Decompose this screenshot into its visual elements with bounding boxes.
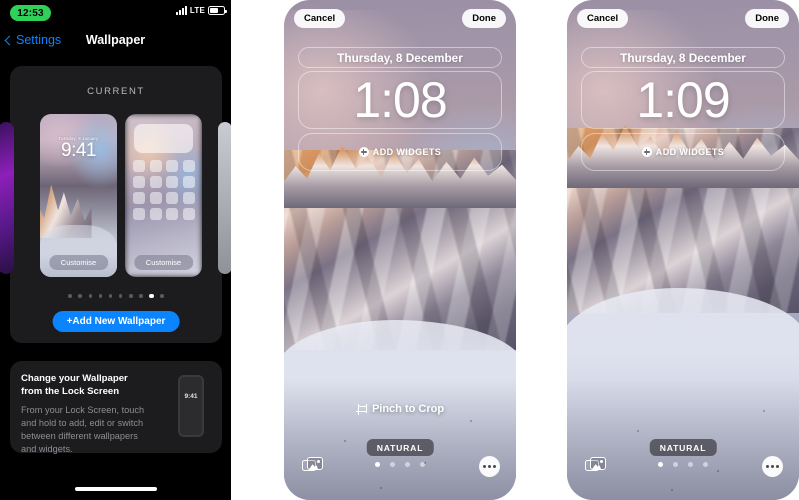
tip-title: Change your Wallpaper from the Lock Scre…	[21, 373, 128, 397]
add-widgets-label: ADD WIDGETS	[372, 147, 442, 157]
battery-icon	[208, 6, 227, 15]
network-label: LTE	[189, 6, 205, 15]
lock-screen-preview[interactable]: Tuesday, 9 January 9:41 Customise	[40, 114, 117, 277]
add-widgets-label: ADD WIDGETS	[655, 147, 725, 157]
status-bar-time: 12:53	[10, 5, 51, 21]
tip-phone-time: 9:41	[184, 393, 198, 400]
plus-circle-icon	[358, 147, 369, 157]
clock-time: 1:09	[636, 72, 730, 128]
customise-lock-button[interactable]: Customise	[48, 255, 109, 270]
page-title: Wallpaper	[85, 33, 146, 47]
lock-screen-editor-panel-2: Cancel Done Thursday, 8 December 1:09 AD…	[567, 0, 799, 500]
current-wallpaper-card: CURRENT Tuesday, 9 January 9:41 Customis…	[0, 66, 231, 343]
settings-wallpaper-panel: 12:53 LTE Settings Wallpaper CURRENT Tue…	[0, 0, 231, 500]
tip-body: From your Lock Screen, touch and hold to…	[21, 404, 145, 455]
screenshot-stage: 12:53 LTE Settings Wallpaper CURRENT Tue…	[0, 0, 799, 500]
lock-screen-editor-panel-1: Cancel Done Thursday, 8 December 1:08 AD…	[284, 0, 516, 500]
home-screen-preview[interactable]: Customise	[125, 114, 202, 277]
customise-home-button[interactable]: Customise	[133, 255, 194, 270]
carousel-page-dots[interactable]	[10, 294, 222, 299]
ellipsis-icon[interactable]	[762, 456, 783, 477]
date-widget-slot[interactable]: Thursday, 8 December	[581, 47, 785, 68]
plus-circle-icon	[641, 147, 652, 157]
add-widgets-button[interactable]: ADD WIDGETS	[298, 133, 502, 171]
add-new-wallpaper-button[interactable]: +Add New Wallpaper	[52, 311, 180, 332]
style-badge: NATURAL	[366, 439, 434, 456]
wallpaper-preview-next[interactable]	[218, 122, 231, 274]
wallpaper-carousel[interactable]: Tuesday, 9 January 9:41 Customise Custom…	[0, 114, 231, 284]
time-widget-slot[interactable]: 1:08	[298, 71, 502, 129]
cellular-bars-icon	[175, 6, 187, 15]
add-widgets-button[interactable]: ADD WIDGETS	[581, 133, 785, 171]
clock-time: 1:08	[353, 72, 447, 128]
pinch-to-crop-label: Pinch to Crop	[371, 403, 445, 415]
lock-screen-tip-card: Change your Wallpaper from the Lock Scre…	[10, 361, 222, 455]
pinch-to-crop-hint: Pinch to Crop	[284, 403, 516, 415]
navigation-bar: Settings Wallpaper	[0, 30, 231, 56]
lock-preview-time: 9:41	[61, 140, 96, 161]
done-button[interactable]: Done	[745, 9, 789, 28]
wallpaper-preview-previous[interactable]	[0, 122, 14, 274]
home-preview-widget	[134, 124, 193, 153]
current-section-header: CURRENT	[87, 86, 145, 97]
status-bar-indicators: LTE	[175, 6, 227, 15]
status-bar: 12:53 LTE	[0, 0, 231, 26]
home-indicator	[74, 487, 157, 491]
style-badge: NATURAL	[649, 439, 717, 456]
tip-phone-illustration: 9:41	[178, 375, 204, 437]
cancel-button[interactable]: Cancel	[294, 9, 346, 28]
date-widget-slot[interactable]: Thursday, 8 December	[298, 47, 502, 68]
crop-icon	[355, 403, 367, 415]
ellipsis-icon[interactable]	[479, 456, 500, 477]
done-button[interactable]: Done	[462, 9, 506, 28]
time-widget-slot[interactable]: 1:09	[581, 71, 785, 129]
home-preview-app-grid	[133, 160, 195, 220]
cancel-button[interactable]: Cancel	[577, 9, 629, 28]
